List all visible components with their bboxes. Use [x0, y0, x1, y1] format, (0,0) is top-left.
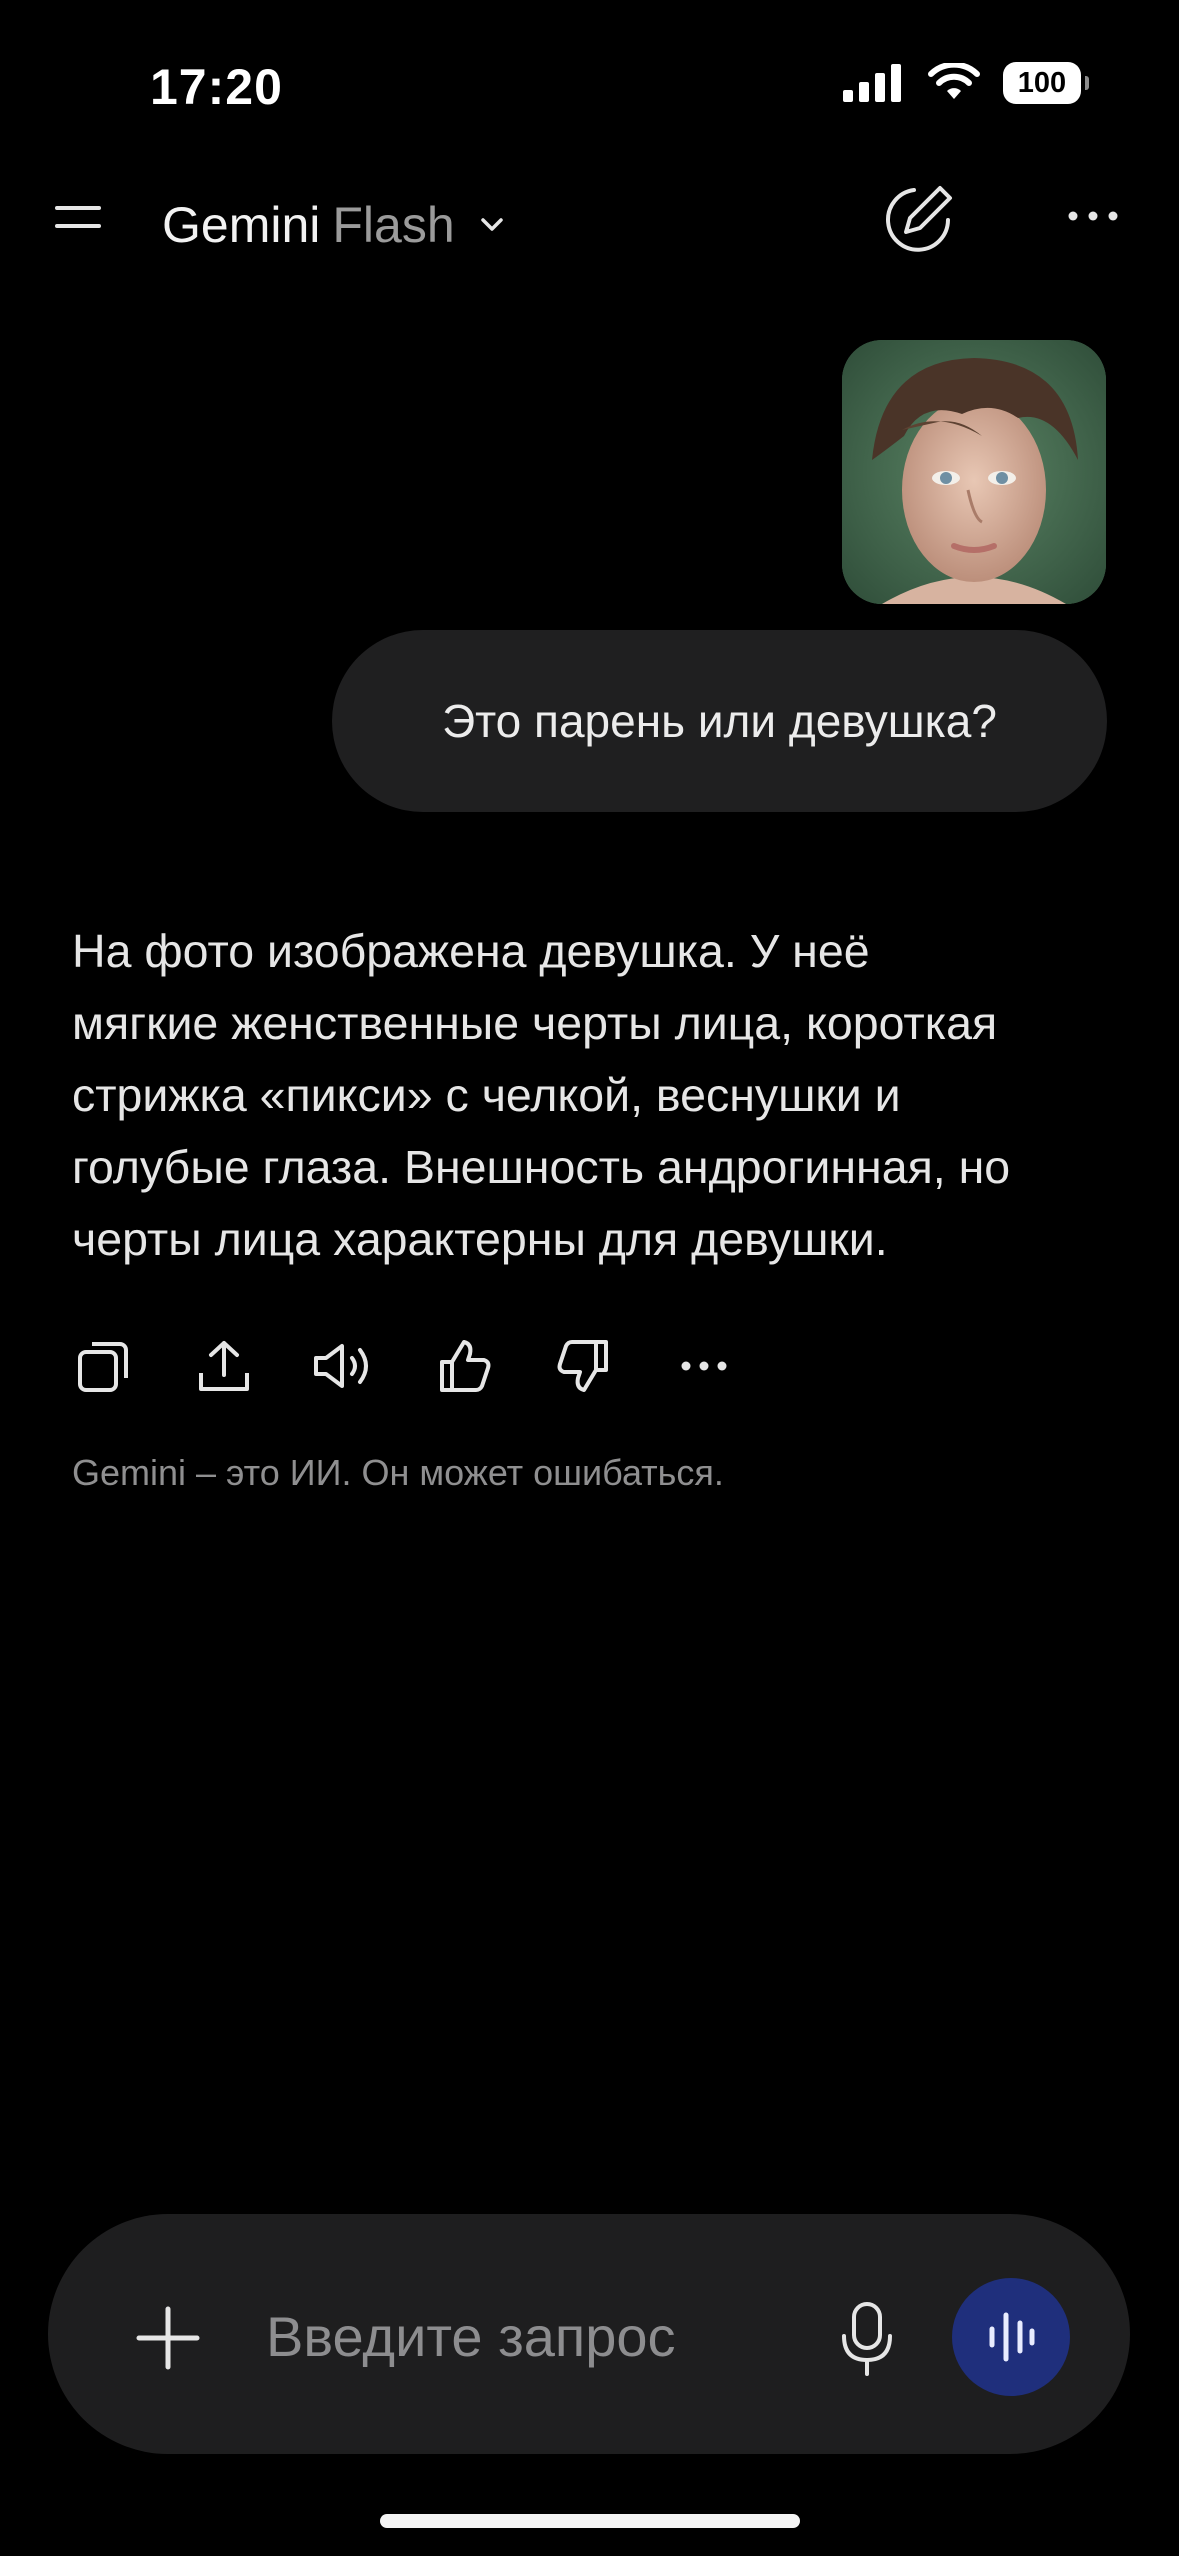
- response-line: На фото изображена девушка. У неё: [72, 925, 870, 977]
- more-options-icon[interactable]: [1063, 196, 1123, 236]
- signal-icon: [843, 64, 901, 102]
- menu-icon[interactable]: [55, 206, 101, 242]
- more-actions-button[interactable]: [672, 1334, 736, 1398]
- thumbs-down-button[interactable]: [552, 1334, 616, 1398]
- thumbs-down-icon: [557, 1340, 608, 1392]
- app-title: Gemini: [162, 197, 321, 253]
- more-icon: [681, 1361, 727, 1371]
- response-line: мягкие женственные черты лица, короткая: [72, 997, 998, 1049]
- voice-wave-icon: [989, 2312, 1035, 2362]
- status-time: 17:20: [150, 59, 283, 115]
- share-icon: [199, 1341, 249, 1391]
- chevron-down-icon: [480, 218, 503, 231]
- prompt-input[interactable]: [264, 2295, 788, 2377]
- read-aloud-button[interactable]: [312, 1334, 376, 1398]
- share-button[interactable]: [192, 1334, 256, 1398]
- response-line: черты лица характерны для девушки.: [72, 1213, 888, 1265]
- plus-icon[interactable]: [135, 2305, 201, 2371]
- status-icons: 100: [843, 62, 1089, 104]
- response-line: стрижка «пикси» с челкой, веснушки и: [72, 1069, 901, 1121]
- attached-photo[interactable]: [842, 340, 1106, 604]
- copy-button[interactable]: [72, 1334, 136, 1398]
- model-selector[interactable]: Gemini Flash: [162, 196, 507, 254]
- user-message-bubble: Это парень или девушка?: [332, 630, 1107, 812]
- new-chat-icon[interactable]: [878, 180, 958, 260]
- speaker-icon: [314, 1344, 368, 1388]
- ai-disclaimer: Gemini – это ИИ. Он может ошибаться.: [72, 1452, 724, 1493]
- thumbs-up-button[interactable]: [432, 1334, 496, 1398]
- copy-icon: [78, 1342, 128, 1392]
- battery-indicator: 100: [1003, 62, 1089, 104]
- model-name: Flash: [332, 197, 455, 253]
- wifi-icon: [928, 63, 980, 99]
- response-line: голубые глаза. Внешность андрогинная, но: [72, 1141, 1011, 1193]
- response-actions: [72, 1334, 792, 1398]
- microphone-icon[interactable]: [836, 2300, 898, 2378]
- home-indicator: [380, 2514, 800, 2528]
- thumbs-up-icon: [440, 1340, 491, 1392]
- assistant-response: На фото изображена девушка. У неё мягкие…: [72, 915, 1112, 1275]
- live-voice-button[interactable]: [952, 2278, 1070, 2396]
